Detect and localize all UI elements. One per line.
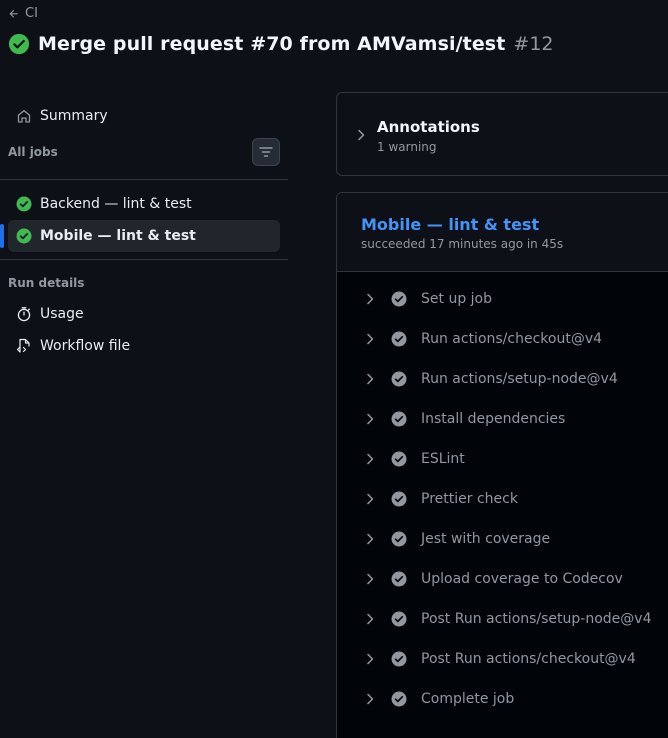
job-label: Backend — lint & test [40,196,192,212]
sidebar-divider [0,179,288,180]
step-label: Prettier check [421,491,518,507]
chevron-right-icon [367,333,374,345]
step-label: Post Run actions/checkout@v4 [421,651,636,667]
job-log-panel: Mobile — lint & test succeeded 17 minute… [336,192,668,738]
chevron-right-icon [367,533,374,545]
step-success-check-icon [391,491,407,507]
annotations-count: 1 warning [377,140,437,154]
chevron-right-icon [367,613,374,625]
step-success-check-icon [391,651,407,667]
chevron-right-icon [367,413,374,425]
job-step-row[interactable]: Set up job [357,283,667,315]
chevron-right-icon [358,129,365,141]
step-label: Install dependencies [421,411,566,427]
sidebar-job-backend[interactable]: Backend — lint & test [8,188,280,220]
filter-icon [259,147,273,157]
step-label: Jest with coverage [421,531,551,547]
job-step-row[interactable]: Install dependencies [357,403,667,435]
run-title-row: Merge pull request #70 from AMVamsi/test… [8,33,554,55]
chevron-right-icon [367,493,374,505]
file-code-icon [16,338,30,353]
sidebar-item-label: Usage [40,306,84,322]
sidebar-item-usage[interactable]: Usage [8,298,280,330]
success-check-circle-icon [8,33,30,55]
job-step-row[interactable]: Upload coverage to Codecov [357,563,667,595]
step-label: Complete job [421,691,515,707]
chevron-right-icon [367,653,374,665]
selected-job-indicator [0,224,4,248]
stopwatch-icon [17,307,31,322]
step-success-check-icon [391,611,407,627]
run-details-heading: Run details [8,276,85,290]
chevron-right-icon [367,373,374,385]
annotations-panel[interactable]: Annotations 1 warning [336,92,668,176]
arrow-left-icon [9,9,18,18]
step-success-check-icon [391,571,407,587]
step-success-check-icon [391,451,407,467]
job-header: Mobile — lint & test succeeded 17 minute… [337,193,668,272]
back-to-workflow-link[interactable]: CI [8,6,38,21]
filter-jobs-button[interactable] [252,138,280,166]
job-step-row[interactable]: Run actions/checkout@v4 [357,323,667,355]
job-step-row[interactable]: Post Run actions/setup-node@v4 [357,603,667,635]
chevron-right-icon [367,573,374,585]
home-icon [17,109,31,123]
annotations-title: Annotations [377,118,480,136]
job-label: Mobile — lint & test [40,228,196,244]
step-success-check-icon [391,331,407,347]
run-title: Merge pull request #70 from AMVamsi/test [38,33,506,55]
chevron-right-icon [367,693,374,705]
step-success-check-icon [391,691,407,707]
chevron-right-icon [367,293,374,305]
success-check-circle-icon [16,196,32,212]
back-link-label: CI [25,6,38,21]
workflow-run-page: CI Merge pull request #70 from AMVamsi/t… [0,0,668,738]
sidebar-item-label: Summary [40,108,108,124]
job-title-link[interactable]: Mobile — lint & test [361,215,539,234]
step-success-check-icon [391,531,407,547]
run-number: #12 [513,33,554,55]
chevron-right-icon [367,453,374,465]
step-label: Run actions/setup-node@v4 [421,371,618,387]
job-step-row[interactable]: Post Run actions/checkout@v4 [357,643,667,675]
job-step-row[interactable]: ESLint [357,443,667,475]
step-label: Post Run actions/setup-node@v4 [421,611,652,627]
sidebar-item-summary[interactable]: Summary [8,100,280,132]
step-success-check-icon [391,291,407,307]
sidebar-divider [0,259,288,260]
step-label: Set up job [421,291,492,307]
step-success-check-icon [391,371,407,387]
job-step-row[interactable]: Run actions/setup-node@v4 [357,363,667,395]
all-jobs-heading: All jobs [8,145,58,159]
step-label: ESLint [421,451,465,467]
sidebar-job-mobile[interactable]: Mobile — lint & test [8,220,280,252]
step-label: Upload coverage to Codecov [421,571,623,587]
step-label: Run actions/checkout@v4 [421,331,603,347]
sidebar-item-label: Workflow file [40,338,131,354]
job-status-text: succeeded 17 minutes ago in 45s [361,237,564,251]
job-step-row[interactable]: Jest with coverage [357,523,667,555]
step-success-check-icon [391,411,407,427]
job-step-row[interactable]: Complete job [357,683,667,715]
job-step-row[interactable]: Prettier check [357,483,667,515]
success-check-circle-icon [16,228,32,244]
sidebar-item-workflow-file[interactable]: Workflow file [8,330,280,362]
